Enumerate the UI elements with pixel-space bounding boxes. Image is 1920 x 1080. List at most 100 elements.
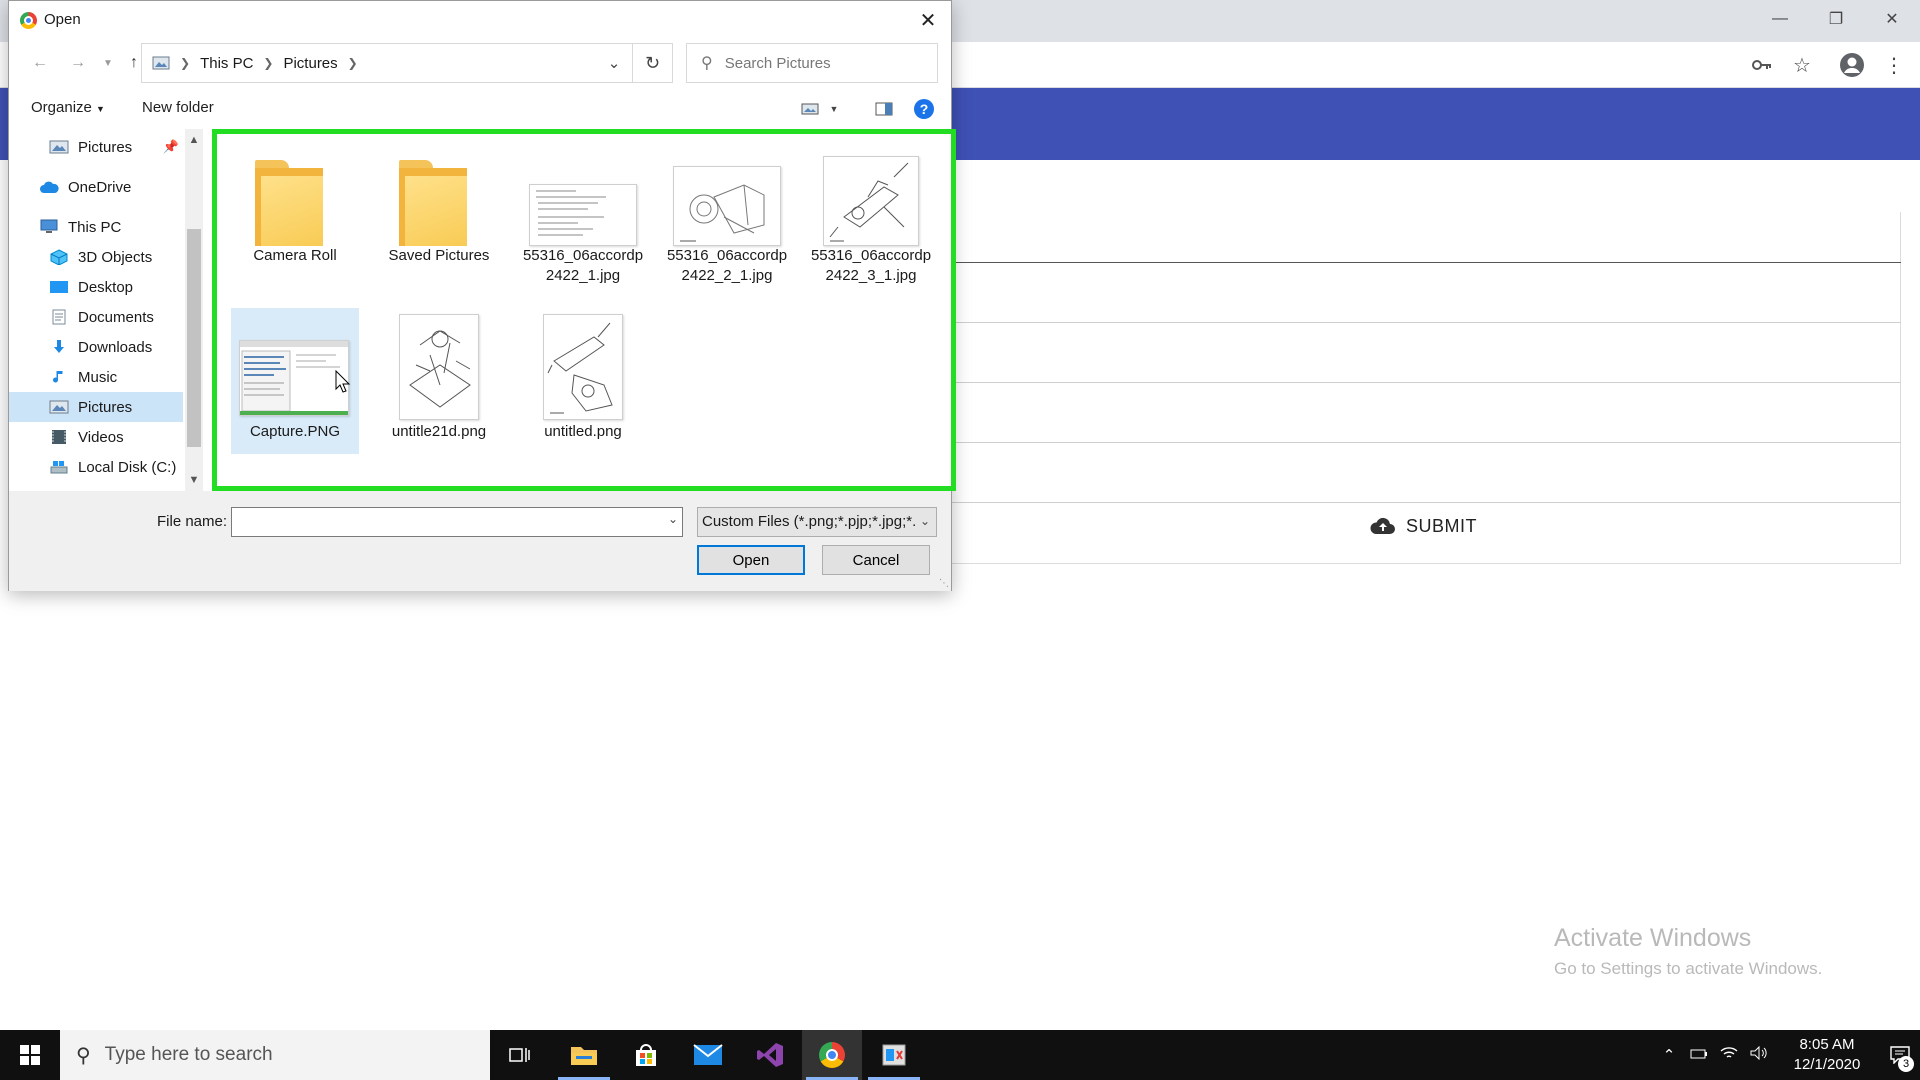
nav-item-label: This PC	[68, 218, 122, 236]
nav-pane-scrollbar[interactable]: ▲ ▼	[185, 129, 203, 491]
submit-label: SUBMIT	[1406, 515, 1478, 536]
cancel-button[interactable]: Cancel	[822, 545, 930, 575]
address-bar[interactable]: ❯ This PC ❯ Pictures ❯ ⌄	[141, 43, 633, 83]
breadcrumb-pictures[interactable]: Pictures	[283, 55, 337, 72]
form-field-line	[940, 442, 1901, 443]
watermark-subtitle: Go to Settings to activate Windows.	[1554, 959, 1823, 978]
browser-window-controls: — ❐ ✕	[1752, 0, 1920, 38]
nav-item-label: Desktop	[78, 278, 134, 296]
videos-icon	[52, 430, 66, 444]
microsoft-store-icon[interactable]	[616, 1030, 676, 1080]
nav-item-pictures[interactable]: Pictures	[9, 392, 183, 422]
refresh-icon[interactable]: ↻	[633, 43, 673, 83]
taskbar-search-box[interactable]: ⚲ Type here to search	[60, 1030, 490, 1080]
file-item-label: Saved Pictures	[388, 247, 490, 264]
browser-menu-icon[interactable]: ⋮	[1878, 49, 1910, 81]
clock-time: 8:05 AM	[1799, 1036, 1855, 1053]
organize-menu[interactable]: Organize ▼	[31, 99, 105, 116]
preview-pane-icon[interactable]	[871, 97, 897, 121]
file-item-untitle21d-png[interactable]: untitle21d.png	[375, 308, 503, 442]
filter-dropdown-chevron-icon: ⌄	[919, 514, 930, 528]
3d-objects-icon	[50, 249, 68, 265]
address-dropdown-chevron-icon[interactable]: ⌄	[596, 44, 632, 82]
search-pictures-box[interactable]: ⚲ Search Pictures	[686, 43, 938, 83]
this-pc-icon	[40, 219, 58, 233]
dialog-close-icon[interactable]: ✕	[913, 5, 943, 35]
mail-icon[interactable]	[678, 1030, 738, 1080]
action-center-icon[interactable]: 3	[1880, 1030, 1920, 1080]
nav-item-pictures-quick-access[interactable]: Pictures 📌	[9, 132, 183, 162]
nav-item-documents[interactable]: Documents	[9, 302, 183, 332]
scroll-thumb[interactable]	[187, 229, 201, 447]
volume-icon[interactable]	[1744, 1045, 1774, 1064]
file-item-label: 55316_06accordp 2422_1.jpg	[522, 247, 644, 284]
task-view-icon[interactable]	[490, 1030, 550, 1080]
file-item-55316-2-1[interactable]: 55316_06accordp 2422_2_1.jpg	[663, 142, 791, 286]
new-folder-button[interactable]: New folder	[142, 99, 214, 116]
key-icon[interactable]	[1746, 49, 1778, 81]
form-field-line	[940, 502, 1901, 503]
windows-logo-icon	[20, 1045, 40, 1065]
submit-button[interactable]: SUBMIT	[1370, 510, 1477, 542]
help-icon[interactable]: ?	[914, 99, 934, 119]
restore-icon[interactable]: ❐	[1808, 0, 1864, 38]
nav-item-label: 3D Objects	[78, 248, 153, 266]
show-hidden-icons-chevron-icon[interactable]: ⌃	[1654, 1046, 1684, 1064]
resize-grip-icon[interactable]: ⋱	[939, 578, 949, 589]
taskbar-clock[interactable]: 8:05 AM 12/1/2020	[1782, 1035, 1872, 1075]
file-type-filter-value: Custom Files (*.png;*.pjp;*.jpg;*.	[702, 513, 917, 530]
snipping-tool-icon[interactable]	[864, 1030, 924, 1080]
nav-item-label: Documents	[78, 308, 154, 326]
mouse-cursor-icon	[335, 370, 351, 393]
music-icon	[53, 371, 63, 383]
visual-studio-icon[interactable]	[740, 1030, 800, 1080]
nav-item-downloads[interactable]: Downloads	[9, 332, 183, 362]
wifi-icon[interactable]	[1714, 1046, 1744, 1064]
nav-item-music[interactable]: Music	[9, 362, 183, 392]
battery-icon[interactable]	[1684, 1047, 1714, 1064]
open-button[interactable]: Open	[697, 545, 805, 575]
pictures-icon	[49, 140, 69, 154]
pin-icon[interactable]: 📌	[163, 139, 179, 155]
file-item-55316-1[interactable]: 55316_06accordp 2422_1.jpg	[519, 142, 647, 286]
nav-item-this-pc[interactable]: This PC	[9, 212, 183, 242]
file-name-input[interactable]	[232, 508, 652, 536]
nav-item-onedrive[interactable]: OneDrive	[9, 172, 183, 202]
file-item-camera-roll[interactable]: Camera Roll	[231, 142, 359, 266]
nav-item-label: Videos	[78, 428, 124, 446]
clock-date: 12/1/2020	[1793, 1056, 1861, 1073]
file-explorer-icon[interactable]	[554, 1030, 614, 1080]
dialog-title-bar[interactable]: Open ✕	[9, 1, 951, 39]
bookmark-star-icon[interactable]: ☆	[1786, 49, 1818, 81]
scroll-down-arrow-icon[interactable]: ▼	[185, 471, 203, 489]
profile-avatar-icon[interactable]	[1836, 49, 1868, 81]
nav-item-local-disk[interactable]: Local Disk (C:)	[9, 452, 183, 482]
nav-item-label: Pictures	[78, 138, 133, 156]
dialog-title: Open	[44, 11, 81, 28]
navigation-row: ← → ▼ ↑ ❯ This PC ❯ Pictures ❯ ⌄ ↻ ⚲ Sea…	[9, 43, 951, 83]
nav-item-3d-objects[interactable]: 3D Objects	[9, 242, 183, 272]
nav-item-videos[interactable]: Videos	[9, 422, 183, 452]
file-name-dropdown-chevron-icon[interactable]: ⌄	[668, 512, 678, 526]
command-bar: Organize ▼ New folder ▼	[9, 91, 951, 127]
forward-arrow-icon[interactable]: →	[65, 49, 91, 77]
start-button[interactable]	[0, 1030, 60, 1080]
google-chrome-icon[interactable]	[802, 1030, 862, 1080]
file-name-combobox[interactable]: ⌄	[231, 507, 683, 537]
change-view-icon[interactable]	[797, 97, 823, 121]
file-type-filter-select[interactable]: Custom Files (*.png;*.pjp;*.jpg;*. ⌄	[697, 507, 937, 537]
breadcrumb-this-pc[interactable]: This PC	[200, 55, 253, 72]
file-item-untitled-png[interactable]: untitled.png	[519, 308, 647, 442]
recent-locations-chevron-icon[interactable]: ▼	[95, 49, 121, 77]
view-options-dropdown-icon[interactable]: ▼	[821, 97, 847, 121]
file-item-saved-pictures[interactable]: Saved Pictures	[375, 142, 503, 266]
nav-item-desktop[interactable]: Desktop	[9, 272, 183, 302]
onedrive-icon	[40, 181, 59, 193]
file-item-55316-3-1[interactable]: 55316_06accordp 2422_3_1.jpg	[807, 142, 935, 286]
back-arrow-icon[interactable]: ←	[27, 49, 53, 77]
scroll-up-arrow-icon[interactable]: ▲	[185, 131, 203, 149]
file-item-capture-png[interactable]: Capture.PNG	[231, 308, 359, 454]
minimize-icon[interactable]: —	[1752, 0, 1808, 38]
window-close-icon[interactable]: ✕	[1864, 0, 1920, 38]
folder-icon	[255, 160, 323, 246]
